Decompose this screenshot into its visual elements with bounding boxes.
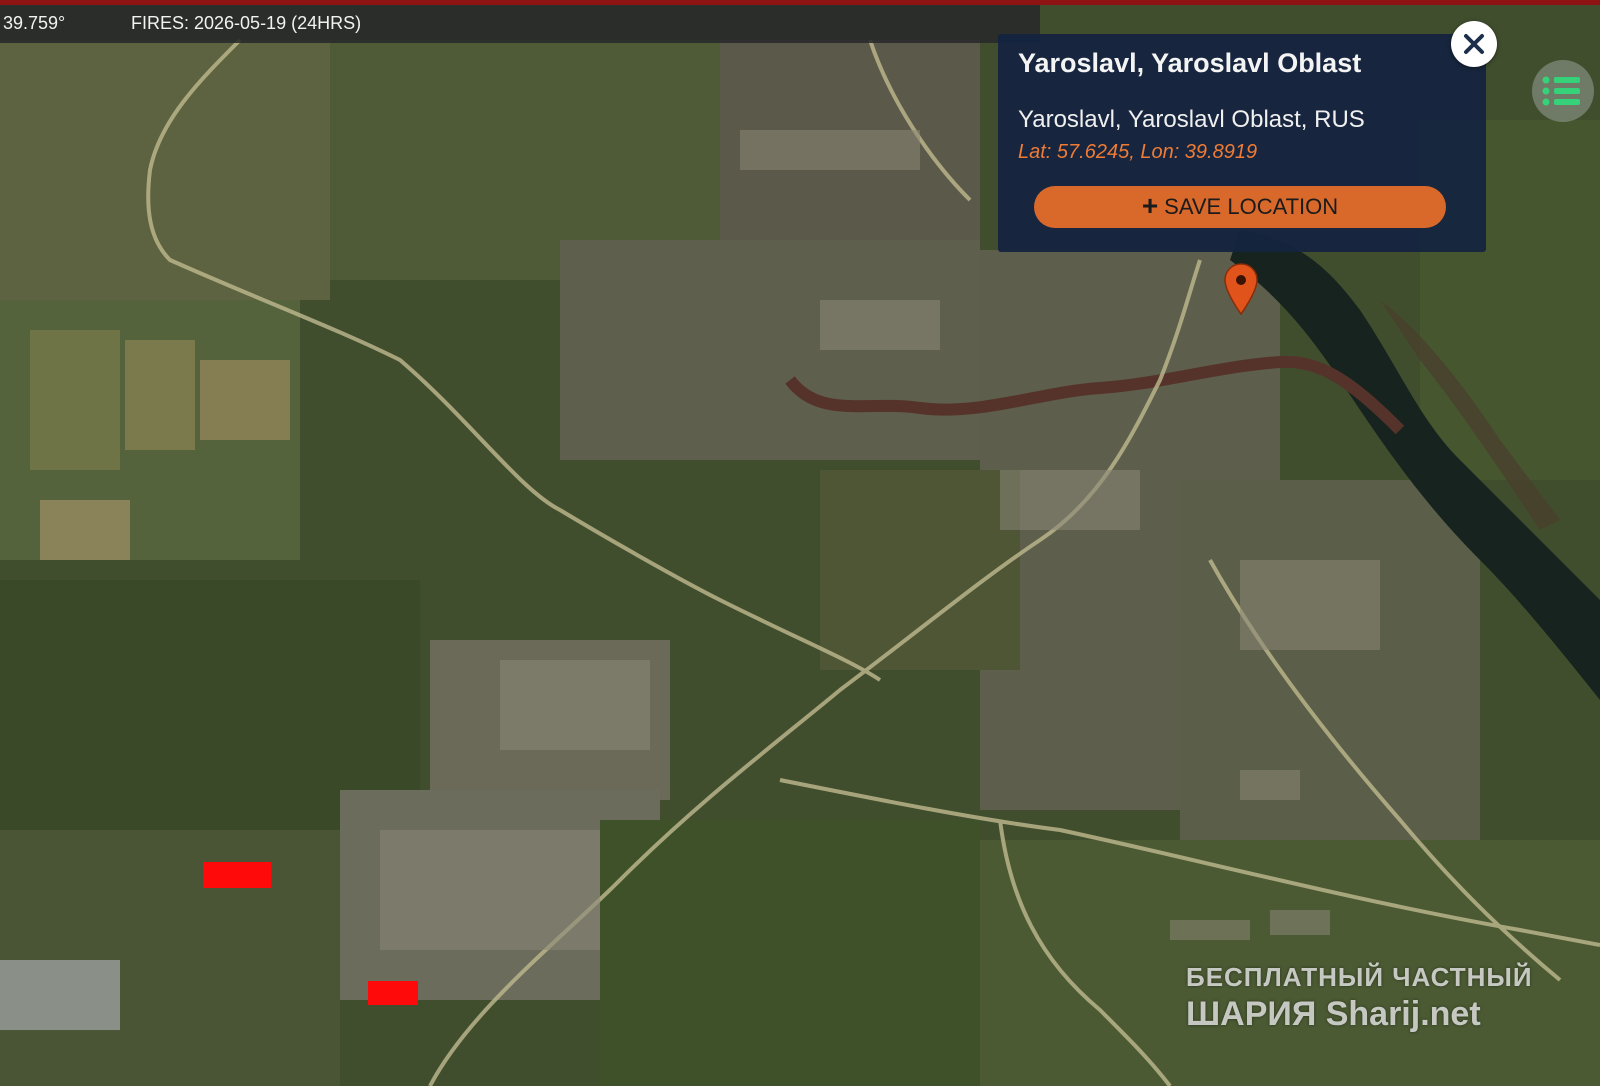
- popup-coordinates: Lat: 57.6245, Lon: 39.8919: [1018, 141, 1258, 163]
- fire-hotspot-2[interactable]: [368, 981, 418, 1005]
- popup-title: Yaroslavl, Yaroslavl Oblast: [1018, 48, 1362, 78]
- fires-date-label: FIRES: 2026-05-19 (24HRS): [131, 13, 362, 33]
- close-button[interactable]: [1451, 21, 1497, 67]
- list-menu-icon: [1542, 76, 1580, 106]
- watermark: БЕСПЛАТНЫЙ ЧАСТНЫЙ ШАРИЯ Sharij.net: [1186, 962, 1533, 1034]
- save-location-button[interactable]: + SAVE LOCATION: [1034, 186, 1446, 228]
- location-pin-icon: [1224, 263, 1258, 316]
- status-bar: 39.759° FIRES: 2026-05-19 (24HRS): [0, 5, 1040, 43]
- popup-subtitle: Yaroslavl, Yaroslavl Oblast, RUS: [1018, 106, 1365, 133]
- watermark-line-2: ШАРИЯ Sharij.net: [1186, 995, 1481, 1033]
- fire-hotspot-1[interactable]: [203, 862, 271, 888]
- plus-icon: +: [1141, 190, 1159, 221]
- location-popup: Yaroslavl, Yaroslavl Oblast Yaroslavl, Y…: [998, 34, 1486, 252]
- watermark-line-1: БЕСПЛАТНЫЙ ЧАСТНЫЙ: [1186, 962, 1533, 992]
- coordinate-readout: 39.759°: [3, 13, 66, 33]
- save-location-label: SAVE LOCATION: [1164, 194, 1339, 219]
- location-marker[interactable]: [1223, 262, 1259, 323]
- close-icon: [1464, 34, 1484, 54]
- layers-menu-button[interactable]: [1532, 60, 1594, 122]
- top-accent-line: [0, 0, 1600, 5]
